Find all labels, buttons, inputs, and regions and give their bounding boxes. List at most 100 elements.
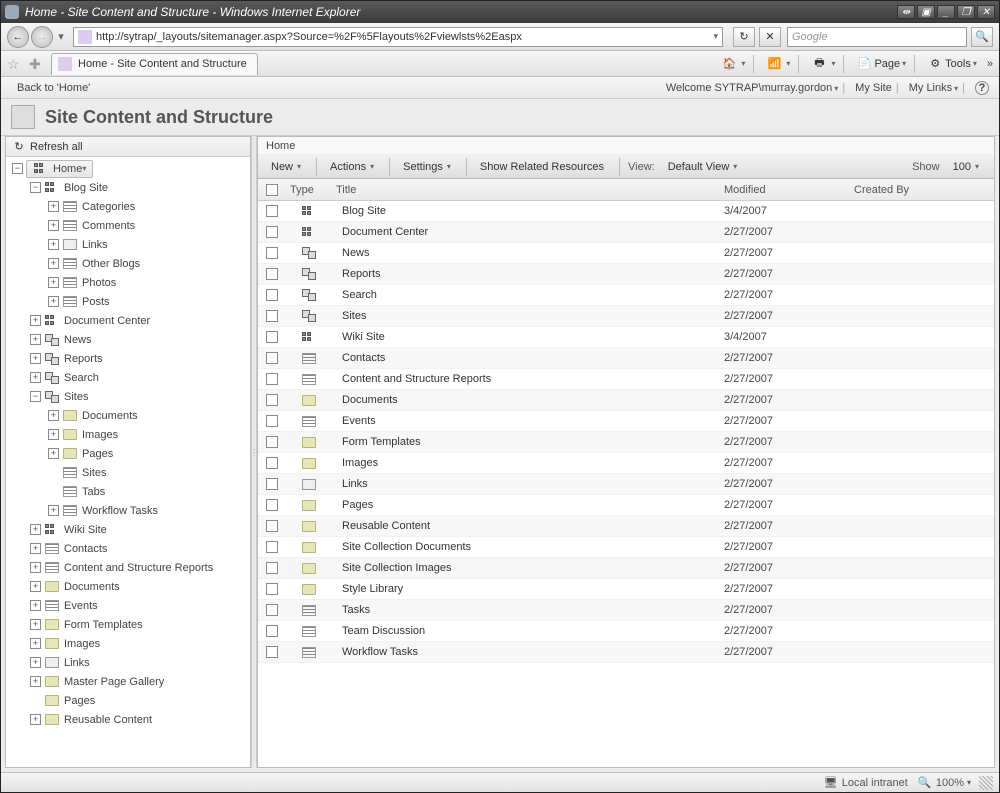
expand-icon[interactable]: + xyxy=(48,429,59,440)
expand-icon[interactable]: + xyxy=(48,220,59,231)
tree-node[interactable]: +Links xyxy=(6,653,250,672)
expand-icon[interactable]: + xyxy=(30,714,41,725)
collapse-icon[interactable]: − xyxy=(30,182,41,193)
row-checkbox[interactable] xyxy=(266,541,278,553)
refresh-button[interactable]: ↻ xyxy=(733,27,755,47)
row-checkbox[interactable] xyxy=(266,289,278,301)
tree-node[interactable]: +Other Blogs xyxy=(6,254,250,273)
row-checkbox[interactable] xyxy=(266,205,278,217)
row-title[interactable]: Documents xyxy=(336,394,724,406)
expand-icon[interactable]: + xyxy=(30,543,41,554)
active-tab[interactable]: Home - Site Content and Structure xyxy=(51,53,258,75)
row-checkbox[interactable] xyxy=(266,415,278,427)
list-item[interactable]: Content and Structure Reports2/27/2007 xyxy=(258,369,994,390)
row-checkbox[interactable] xyxy=(266,562,278,574)
collapse-icon[interactable]: − xyxy=(30,391,41,402)
expand-icon[interactable]: + xyxy=(30,581,41,592)
expand-icon[interactable]: + xyxy=(30,372,41,383)
tree-node[interactable]: +Wiki Site xyxy=(6,520,250,539)
tree-node[interactable]: −Blog Site xyxy=(6,178,250,197)
row-title[interactable]: Tasks xyxy=(336,604,724,616)
row-title[interactable]: Site Collection Images xyxy=(336,562,724,574)
row-checkbox[interactable] xyxy=(266,247,278,259)
list-item[interactable]: Tasks2/27/2007 xyxy=(258,600,994,621)
tree-node[interactable]: +Photos xyxy=(6,273,250,292)
search-go-button[interactable]: 🔍 xyxy=(971,27,993,47)
tree-node[interactable]: +Form Templates xyxy=(6,615,250,634)
row-checkbox[interactable] xyxy=(266,268,278,280)
nav-history-dropdown[interactable]: ▾ xyxy=(55,30,67,43)
expand-icon[interactable]: + xyxy=(48,258,59,269)
tree-node[interactable]: −Home ▾ xyxy=(6,159,250,178)
list-item[interactable]: Contacts2/27/2007 xyxy=(258,348,994,369)
tree-node[interactable]: +Pages xyxy=(6,444,250,463)
row-checkbox[interactable] xyxy=(266,583,278,595)
expand-icon[interactable]: + xyxy=(30,562,41,573)
help-icon[interactable]: ? xyxy=(975,81,989,95)
tree-selected-node[interactable]: Home ▾ xyxy=(26,160,93,178)
tree-node[interactable]: −Sites xyxy=(6,387,250,406)
row-checkbox[interactable] xyxy=(266,331,278,343)
tree-node[interactable]: +News xyxy=(6,330,250,349)
tree-node[interactable]: +Master Page Gallery xyxy=(6,672,250,691)
tree-node[interactable]: +Links xyxy=(6,235,250,254)
security-zone[interactable]: 🖥 Local intranet xyxy=(824,776,908,790)
row-checkbox[interactable] xyxy=(266,310,278,322)
row-checkbox[interactable] xyxy=(266,352,278,364)
list-item[interactable]: Pages2/27/2007 xyxy=(258,495,994,516)
ie-tools-menu[interactable]: ⚙Tools▾ xyxy=(921,53,983,75)
row-title[interactable]: Contacts xyxy=(336,352,724,364)
expand-icon[interactable]: + xyxy=(48,296,59,307)
expand-icon[interactable]: + xyxy=(30,676,41,687)
row-checkbox[interactable] xyxy=(266,646,278,658)
stop-button[interactable]: ✕ xyxy=(759,27,781,47)
tree-node[interactable]: +Images xyxy=(6,425,250,444)
row-title[interactable]: Search xyxy=(336,289,724,301)
tree-view[interactable]: −Home ▾−Blog Site+Categories+Comments+Li… xyxy=(6,157,250,767)
expand-icon[interactable]: + xyxy=(30,600,41,611)
tree-node[interactable]: +Workflow Tasks xyxy=(6,501,250,520)
tree-node[interactable]: +Reusable Content xyxy=(6,710,250,729)
list-item[interactable]: Reports2/27/2007 xyxy=(258,264,994,285)
col-title[interactable]: Title xyxy=(336,184,724,196)
list-item[interactable]: Reusable Content2/27/2007 xyxy=(258,516,994,537)
expand-icon[interactable]: + xyxy=(48,410,59,421)
tree-node[interactable]: +Posts xyxy=(6,292,250,311)
row-title[interactable]: Wiki Site xyxy=(336,331,724,343)
resize-grip[interactable] xyxy=(979,776,993,790)
expand-icon[interactable]: + xyxy=(30,638,41,649)
list-item[interactable]: Search2/27/2007 xyxy=(258,285,994,306)
collapse-icon[interactable]: − xyxy=(12,163,23,174)
row-checkbox[interactable] xyxy=(266,499,278,511)
row-title[interactable]: Team Discussion xyxy=(336,625,724,637)
row-title[interactable]: News xyxy=(336,247,724,259)
row-title[interactable]: Reports xyxy=(336,268,724,280)
expand-icon[interactable]: + xyxy=(30,315,41,326)
back-button[interactable]: ← xyxy=(7,26,29,48)
forward-button[interactable]: → xyxy=(31,26,53,48)
expand-icon[interactable]: + xyxy=(48,277,59,288)
expand-icon[interactable]: + xyxy=(30,619,41,630)
list-item[interactable]: News2/27/2007 xyxy=(258,243,994,264)
list-item[interactable]: Workflow Tasks2/27/2007 xyxy=(258,642,994,663)
actions-button[interactable]: Actions▾ xyxy=(321,157,383,177)
list-item[interactable]: Team Discussion2/27/2007 xyxy=(258,621,994,642)
row-checkbox[interactable] xyxy=(266,520,278,532)
row-title[interactable]: Document Center xyxy=(336,226,724,238)
win-btn-close[interactable]: ✕ xyxy=(977,5,995,19)
tree-node[interactable]: +Document Center xyxy=(6,311,250,330)
list-item[interactable]: Events2/27/2007 xyxy=(258,411,994,432)
expand-icon[interactable]: + xyxy=(48,448,59,459)
address-dropdown-icon[interactable]: ▾ xyxy=(713,31,718,42)
row-title[interactable]: Workflow Tasks xyxy=(336,646,724,658)
list-item[interactable]: Images2/27/2007 xyxy=(258,453,994,474)
back-to-home-link[interactable]: Back to 'Home' xyxy=(17,82,90,94)
select-all-checkbox[interactable] xyxy=(266,184,278,196)
row-title[interactable]: Style Library xyxy=(336,583,724,595)
win-btn-minimize[interactable]: _ xyxy=(937,5,955,19)
view-selector[interactable]: Default View▾ xyxy=(659,157,747,177)
list-item[interactable]: Wiki Site3/4/2007 xyxy=(258,327,994,348)
tree-node[interactable]: +Documents xyxy=(6,577,250,596)
tree-node[interactable]: +Events xyxy=(6,596,250,615)
row-title[interactable]: Images xyxy=(336,457,724,469)
